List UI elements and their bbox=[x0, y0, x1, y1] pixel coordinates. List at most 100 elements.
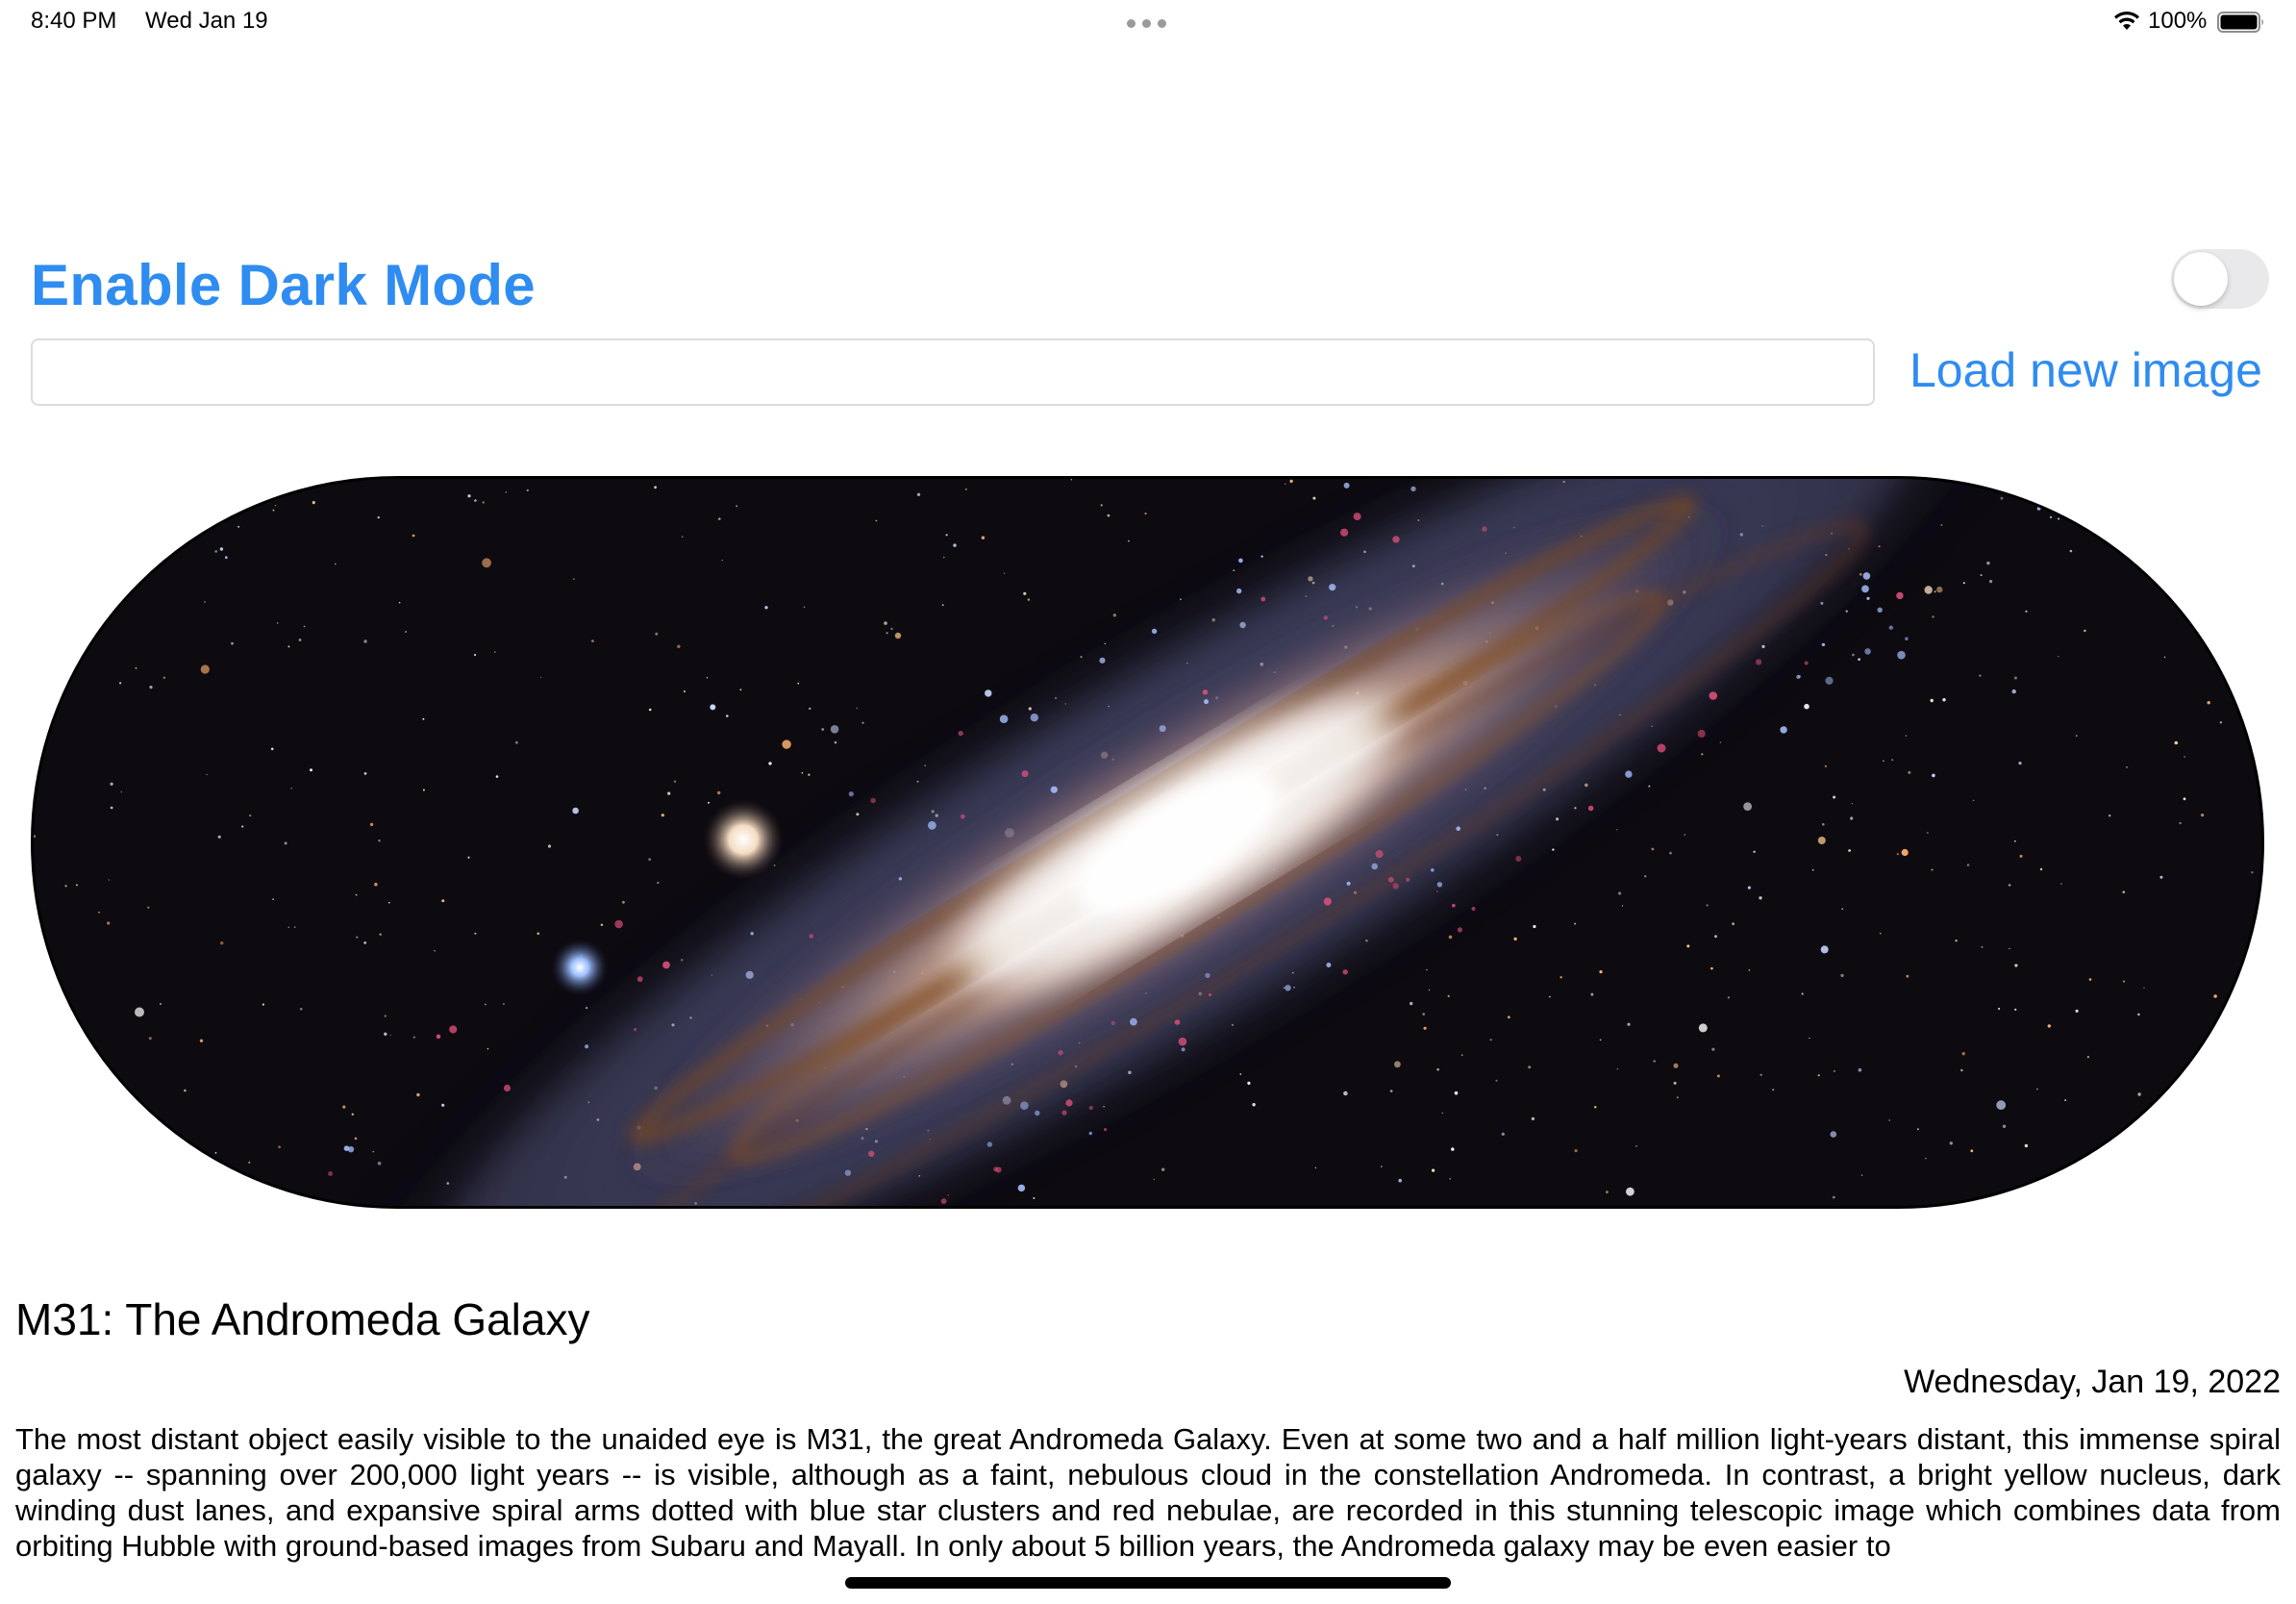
nebula-spot bbox=[343, 1145, 350, 1151]
star bbox=[2002, 1124, 2007, 1128]
star bbox=[2013, 840, 2016, 842]
star bbox=[1927, 832, 1929, 834]
star bbox=[1858, 1067, 1862, 1072]
star bbox=[1684, 834, 1686, 836]
nebula-spot bbox=[1130, 1017, 1137, 1026]
star bbox=[547, 844, 552, 848]
star bbox=[2047, 1024, 2051, 1028]
star bbox=[56, 659, 58, 661]
nebula-spot bbox=[1061, 1110, 1067, 1115]
star bbox=[1743, 802, 1752, 811]
star bbox=[830, 725, 839, 734]
star bbox=[1942, 698, 1946, 702]
star bbox=[622, 900, 625, 904]
star bbox=[342, 1105, 346, 1109]
star bbox=[886, 632, 888, 635]
star bbox=[2122, 890, 2126, 893]
star bbox=[2013, 676, 2017, 680]
status-date: Wed Jan 19 bbox=[145, 8, 268, 34]
star bbox=[1432, 1168, 1435, 1172]
star bbox=[2113, 1171, 2115, 1173]
star bbox=[377, 516, 380, 519]
star bbox=[219, 547, 224, 551]
star bbox=[721, 560, 723, 562]
star bbox=[412, 1036, 415, 1039]
nebula-spot bbox=[449, 1025, 458, 1034]
star bbox=[1833, 1195, 1835, 1199]
star bbox=[2127, 520, 2130, 523]
nebula-spot bbox=[1353, 513, 1361, 521]
nebula-spot bbox=[1340, 528, 1349, 537]
star bbox=[148, 1037, 152, 1040]
star bbox=[379, 933, 382, 936]
star bbox=[219, 492, 222, 495]
star bbox=[272, 509, 275, 512]
star bbox=[706, 676, 709, 679]
nebula-spot bbox=[1342, 969, 1348, 975]
star bbox=[107, 921, 111, 925]
star bbox=[495, 775, 499, 778]
nebula-spot bbox=[999, 714, 1009, 723]
star bbox=[1314, 1166, 1317, 1169]
star bbox=[1833, 1069, 1835, 1072]
nebula-spot bbox=[1452, 903, 1456, 908]
star bbox=[945, 534, 948, 537]
nebula-spot bbox=[1323, 897, 1332, 906]
multitasking-dots-icon[interactable] bbox=[1127, 19, 1169, 29]
star bbox=[1513, 937, 1517, 941]
battery-icon bbox=[2217, 12, 2263, 33]
star bbox=[1811, 868, 1814, 871]
star bbox=[1908, 770, 1911, 774]
star bbox=[1981, 945, 1984, 948]
nebula-spot bbox=[633, 1027, 637, 1032]
nebula-spot bbox=[1204, 699, 1209, 705]
star bbox=[834, 740, 837, 744]
star bbox=[181, 496, 184, 498]
toggle-knob bbox=[2174, 252, 2228, 306]
star bbox=[1128, 539, 1130, 542]
nebula-spot bbox=[1181, 1047, 1185, 1052]
nebula-spot bbox=[1088, 1105, 1093, 1111]
nebula-spot bbox=[1796, 674, 1801, 680]
star bbox=[1717, 1074, 1720, 1078]
star bbox=[416, 1092, 420, 1097]
star bbox=[1822, 823, 1825, 826]
star bbox=[355, 893, 358, 896]
star bbox=[673, 780, 677, 783]
star bbox=[206, 773, 208, 776]
nebula-spot bbox=[1387, 876, 1394, 883]
article-body: The most distant object easily visible t… bbox=[15, 1422, 2281, 1563]
star bbox=[736, 505, 738, 508]
star bbox=[120, 790, 122, 793]
star bbox=[384, 1032, 387, 1036]
load-new-image-button[interactable]: Load new image bbox=[1909, 342, 2262, 398]
image-url-input[interactable] bbox=[31, 338, 1875, 406]
star bbox=[503, 1003, 505, 1005]
nebula-spot bbox=[1482, 526, 1487, 532]
star bbox=[494, 651, 496, 653]
star bbox=[284, 841, 287, 845]
home-indicator[interactable] bbox=[845, 1577, 1451, 1589]
star bbox=[505, 491, 507, 493]
nebula-spot bbox=[1877, 607, 1883, 613]
star bbox=[473, 653, 477, 657]
article-title: M31: The Andromeda Galaxy bbox=[15, 1294, 590, 1344]
star bbox=[1627, 1022, 1631, 1026]
nebula-spot bbox=[1375, 850, 1384, 859]
nebula-spot bbox=[928, 820, 936, 830]
nebula-spot bbox=[750, 932, 754, 936]
star bbox=[1714, 935, 1717, 939]
star bbox=[1394, 1061, 1401, 1068]
star bbox=[1747, 886, 1751, 890]
star bbox=[1824, 764, 1828, 767]
nebula-spot bbox=[1174, 1019, 1181, 1025]
star bbox=[1144, 512, 1147, 515]
star bbox=[384, 1015, 387, 1017]
star bbox=[299, 1008, 303, 1011]
dark-mode-toggle[interactable] bbox=[2171, 249, 2269, 309]
star bbox=[76, 884, 78, 887]
star bbox=[482, 558, 491, 568]
nebula-spot bbox=[1905, 637, 1909, 640]
star bbox=[1896, 853, 1899, 856]
star bbox=[2183, 797, 2186, 801]
